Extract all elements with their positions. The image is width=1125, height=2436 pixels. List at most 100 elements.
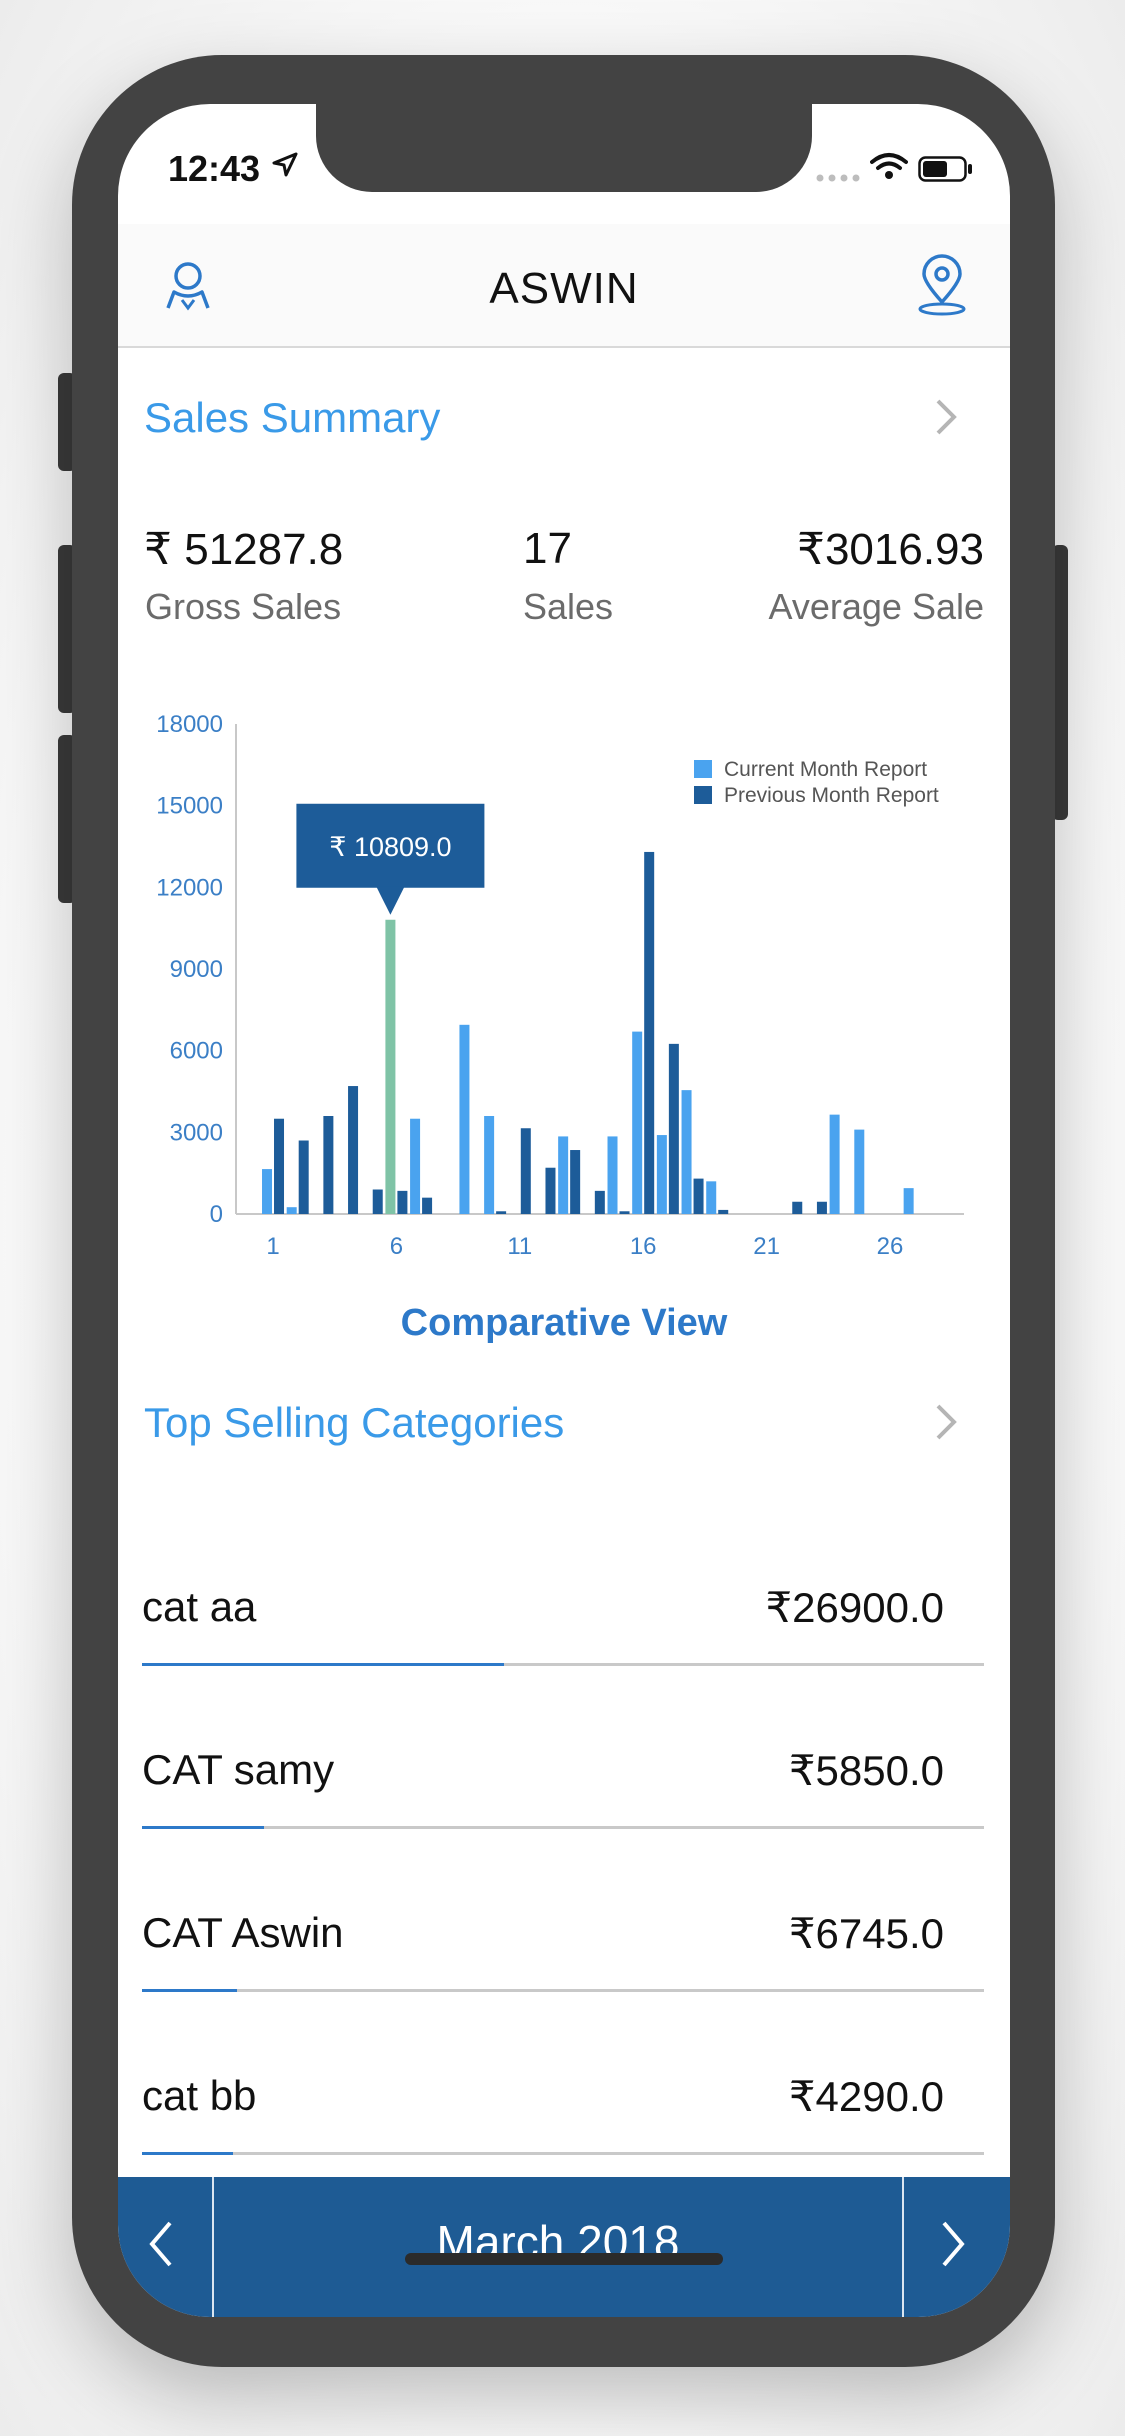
bar-current-month — [262, 1169, 273, 1214]
gross-sales-label: Gross Sales — [145, 586, 342, 627]
sales-summary-title[interactable]: Sales Summary — [144, 394, 440, 442]
tooltip-value: ₹ 10809.0 — [329, 832, 451, 862]
category-value: ₹4290.0 — [788, 2073, 944, 2120]
chevron-right-icon[interactable] — [934, 397, 958, 437]
chevron-right-icon — [942, 2221, 965, 2267]
location-pin-icon[interactable] — [914, 254, 970, 316]
wifi-icon — [870, 153, 908, 179]
x-tick-label: 21 — [753, 1233, 780, 1254]
x-tick-label: 16 — [630, 1233, 657, 1254]
previous-month-button[interactable] — [118, 2177, 214, 2317]
bar-previous-month — [644, 851, 655, 1214]
category-progress-fill — [142, 1663, 505, 1666]
bar-previous-month — [594, 1190, 605, 1214]
screen: 12:43 ASWIN Sales Summary ₹ 51287.8 Gros… — [118, 104, 1010, 2317]
category-progress-track — [142, 1826, 984, 1829]
x-tick-label: 6 — [390, 1233, 403, 1254]
bar-previous-month — [274, 1118, 285, 1214]
y-tick-label: 12000 — [156, 874, 223, 901]
tooltip-pointer — [376, 886, 405, 915]
chevron-left-icon — [149, 2221, 172, 2267]
x-tick-label: 1 — [266, 1233, 279, 1254]
legend-label-previous: Previous Month Report — [724, 784, 939, 807]
bar-previous-month — [323, 1116, 334, 1214]
bar-previous-month — [668, 1043, 679, 1214]
bar-current-month — [829, 1114, 840, 1214]
bar-current-month — [706, 1181, 717, 1214]
bar-current-month — [459, 1024, 470, 1214]
y-tick-label: 9000 — [170, 956, 223, 983]
category-value: ₹6745.0 — [788, 1910, 944, 1957]
bar-current-month — [484, 1116, 495, 1214]
y-tick-label: 6000 — [170, 1038, 223, 1065]
notch — [316, 104, 812, 192]
category-name: CAT samy — [142, 1746, 335, 1793]
gross-sales-value: ₹ 51287.8 — [144, 525, 344, 574]
y-tick-label: 3000 — [170, 1119, 223, 1146]
category-row[interactable]: cat bb ₹4290.0 — [142, 2050, 984, 2155]
bar-previous-month — [496, 1211, 507, 1214]
bar-current-month — [607, 1136, 618, 1214]
bar-previous-month — [422, 1197, 433, 1214]
average-sale-label: Average Sale — [768, 586, 985, 627]
category-name: cat bb — [142, 2072, 257, 2119]
bar-current-month — [558, 1136, 569, 1214]
category-progress-track — [142, 1663, 984, 1666]
category-progress-fill — [142, 2152, 233, 2155]
bar-current-month — [656, 1135, 667, 1214]
bar-current-month — [632, 1031, 643, 1214]
legend-label-current: Current Month Report — [724, 758, 927, 781]
bar-current-month — [854, 1129, 865, 1214]
month-selector-bar: March 2018 — [118, 2177, 1010, 2317]
bar-previous-month — [298, 1140, 309, 1214]
location-arrow-icon — [272, 152, 298, 177]
chart-title: Comparative View — [400, 1302, 728, 1344]
x-tick-label: 11 — [507, 1233, 532, 1254]
chevron-right-icon[interactable] — [934, 1402, 958, 1442]
bar-previous-month — [372, 1189, 383, 1214]
bar-previous-month — [520, 1128, 531, 1214]
category-row[interactable]: CAT Aswin ₹6745.0 — [142, 1887, 984, 1992]
average-sale-value: ₹3016.93 — [796, 525, 984, 574]
signal-icon — [816, 174, 860, 182]
y-tick-label: 18000 — [156, 711, 223, 738]
bar-current-month — [903, 1188, 914, 1214]
bar-previous-month — [397, 1190, 408, 1214]
next-month-button[interactable] — [902, 2177, 1010, 2317]
phone-frame: 12:43 ASWIN Sales Summary ₹ 51287.8 Gros… — [72, 55, 1055, 2367]
y-tick-label: 15000 — [156, 793, 223, 820]
category-name: CAT Aswin — [142, 1909, 344, 1956]
bar-current-month — [681, 1090, 692, 1214]
category-progress-track — [142, 2152, 984, 2155]
category-value: ₹26900.0 — [765, 1584, 944, 1631]
bar-current-highlighted — [385, 919, 396, 1214]
y-tick-label: 0 — [210, 1201, 223, 1228]
bar-previous-month — [816, 1201, 827, 1214]
bar-previous-month — [348, 1086, 359, 1214]
bar-previous-month — [718, 1209, 729, 1214]
legend-swatch-previous — [694, 786, 712, 804]
bar-previous-month — [545, 1167, 556, 1214]
home-indicator — [405, 2253, 723, 2265]
page-title: ASWIN — [489, 264, 639, 313]
category-progress-fill — [142, 1826, 265, 1829]
status-time: 12:43 — [168, 148, 261, 189]
top-categories-title[interactable]: Top Selling Categories — [144, 1399, 564, 1447]
sales-count-value: 17 — [523, 524, 572, 573]
category-value: ₹5850.0 — [788, 1747, 944, 1794]
battery-icon — [918, 156, 972, 182]
category-row[interactable]: cat aa ₹26900.0 — [142, 1561, 984, 1666]
x-tick-label: 26 — [877, 1233, 904, 1254]
bar-previous-month — [619, 1211, 630, 1214]
category-name: cat aa — [142, 1583, 257, 1630]
bar-previous-month — [570, 1150, 581, 1214]
bar-current-month — [410, 1118, 421, 1214]
legend-swatch-current — [694, 760, 712, 778]
category-progress-track — [142, 1989, 984, 1992]
bar-previous-month — [792, 1201, 803, 1214]
category-row[interactable]: CAT samy ₹5850.0 — [142, 1724, 984, 1829]
sales-count-label: Sales — [523, 586, 614, 627]
bar-current-month — [286, 1207, 297, 1214]
bar-previous-month — [693, 1178, 704, 1214]
comparative-bar-chart[interactable]: 03000600090001200015000180001 6 11 16 21 26₹ … — [118, 694, 1010, 1254]
